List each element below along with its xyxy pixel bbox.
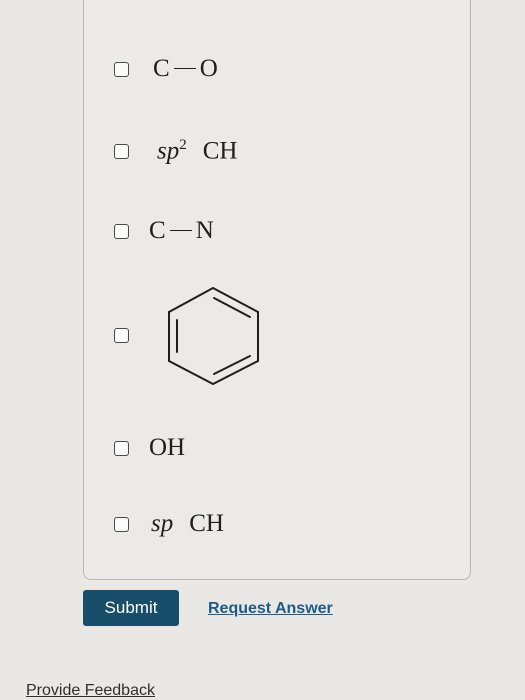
checkbox-oh[interactable] bbox=[114, 440, 129, 456]
checkbox-benzene-ring[interactable] bbox=[114, 328, 129, 343]
submit-button[interactable]: Submit bbox=[83, 590, 179, 626]
provide-feedback-link[interactable]: Provide Feedback bbox=[26, 682, 155, 700]
label-sp-ch: sp CH bbox=[151, 510, 224, 537]
checkbox-sp2-ch[interactable] bbox=[114, 143, 129, 159]
option-c-n: CN bbox=[114, 217, 214, 245]
option-oh: OH bbox=[114, 434, 185, 462]
checkbox-c-o[interactable] bbox=[114, 61, 129, 77]
checkbox-c-n[interactable] bbox=[114, 223, 129, 239]
option-sp2-ch: sp2 CH bbox=[114, 137, 237, 165]
answer-options-panel: CO sp2 CH CN OH sp CH bbox=[83, 0, 471, 580]
option-sp-ch: sp CH bbox=[114, 510, 224, 538]
option-benzene-ring bbox=[114, 328, 129, 343]
label-sp2-ch: sp2 CH bbox=[157, 137, 238, 165]
request-answer-link[interactable]: Request Answer bbox=[208, 600, 333, 618]
checkbox-sp-ch[interactable] bbox=[114, 516, 129, 532]
option-c-o: CO bbox=[114, 55, 218, 83]
single-bond-line bbox=[173, 67, 196, 69]
label-c-n: CN bbox=[149, 217, 214, 244]
label-c-o: CO bbox=[153, 55, 218, 82]
single-bond-line bbox=[169, 229, 192, 231]
label-oh: OH bbox=[149, 434, 186, 461]
benzene-ring-structure bbox=[168, 286, 259, 386]
